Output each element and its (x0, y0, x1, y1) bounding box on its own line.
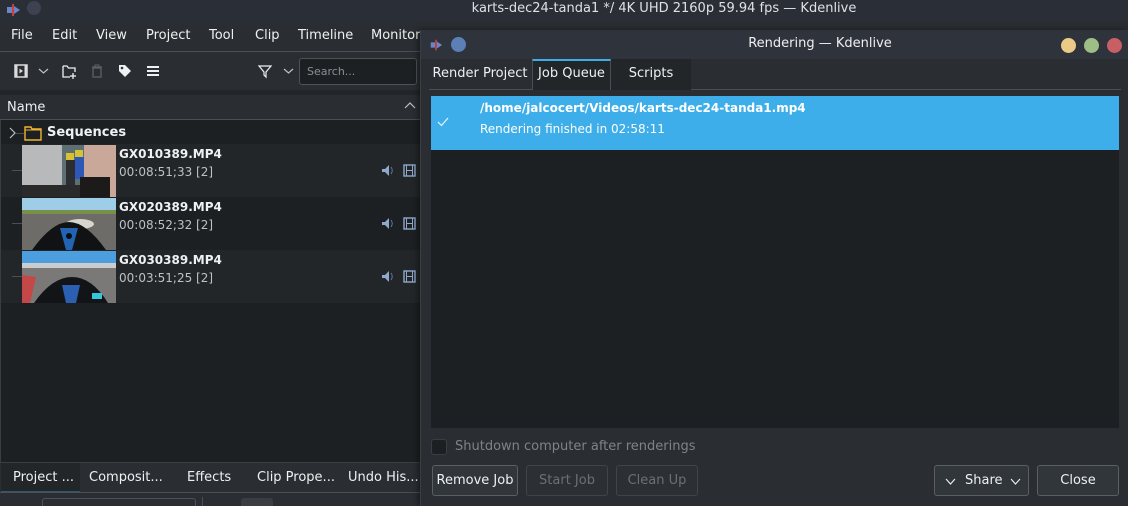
folder-row-sequences[interactable]: Sequences (1, 122, 421, 144)
audio-icon[interactable] (381, 164, 394, 177)
lower-panel-field[interactable] (42, 498, 196, 506)
lower-panel-edge (0, 492, 420, 506)
remove-job-button[interactable]: Remove Job (432, 465, 518, 496)
start-job-button[interactable]: Start Job (526, 465, 608, 496)
clip-row[interactable]: GX020389.MP4 00:08:52;32 [2] (1, 197, 421, 250)
tab-effects[interactable]: Effects (187, 463, 231, 493)
job-output-path: /home/jalcocert/Videos/karts-dec24-tanda… (480, 101, 806, 115)
chevron-down-icon[interactable] (37, 63, 50, 79)
menu-view[interactable]: View (96, 28, 127, 43)
tab-undo-history[interactable]: Undo His... (348, 463, 419, 493)
main-window-titlebar: karts-dec24-tanda1 */ 4K UHD 2160p 59.94… (0, 0, 1128, 21)
clip-duration: 00:08:51;33 [2] (119, 165, 214, 179)
clip-name: GX020389.MP4 (119, 200, 222, 214)
clip-thumbnail (22, 145, 116, 197)
share-label: Share (965, 473, 1003, 488)
column-name-label: Name (7, 100, 46, 115)
clip-name: GX030389.MP4 (119, 253, 222, 267)
share-menu-chevron-icon (1010, 478, 1021, 485)
clip-duration: 00:03:51;25 [2] (119, 271, 214, 285)
sort-ascending-icon[interactable] (404, 101, 416, 111)
menu-edit[interactable]: Edit (52, 28, 77, 43)
clip-row[interactable]: GX010389.MP4 00:08:51;33 [2] (1, 144, 421, 197)
desktop: karts-dec24-tanda1 */ 4K UHD 2160p 59.94… (0, 0, 1128, 506)
project-bin-list: Sequences GX010389.MP4 00:08:51;33 [2] G… (0, 120, 421, 465)
menu-icon[interactable] (145, 63, 161, 79)
tab-render-project[interactable]: Render Project (429, 59, 531, 90)
folder-icon (24, 126, 42, 141)
tab-scripts[interactable]: Scripts (611, 59, 691, 90)
audio-icon[interactable] (381, 217, 394, 230)
add-folder-icon[interactable] (61, 63, 77, 79)
menu-monitor[interactable]: Monitor (371, 28, 420, 43)
tab-project-bin[interactable]: Project ... (1, 463, 80, 493)
filter-icon[interactable] (257, 63, 273, 79)
tab-compositions[interactable]: Composit... (89, 463, 163, 493)
clip-thumbnail (22, 251, 116, 303)
lower-panel-button[interactable] (241, 498, 273, 506)
job-queue-list: /home/jalcocert/Videos/karts-dec24-tanda… (431, 96, 1119, 428)
delete-icon[interactable] (89, 63, 105, 79)
main-window-title: karts-dec24-tanda1 */ 4K UHD 2160p 59.94… (471, 1, 857, 16)
close-window-button[interactable] (1107, 38, 1122, 53)
clip-duration: 00:08:52;32 [2] (119, 218, 214, 232)
add-clip-icon[interactable] (13, 63, 29, 79)
share-button[interactable]: Share (934, 465, 1029, 496)
maximize-button[interactable] (1084, 38, 1099, 53)
dock-tabs: Project ... Composit... Effects Clip Pro… (0, 462, 420, 493)
menu-tool[interactable]: Tool (209, 28, 234, 43)
minimize-button[interactable] (1061, 38, 1076, 53)
clip-thumbnail (22, 198, 116, 250)
tab-clip-properties[interactable]: Clip Prope... (257, 463, 335, 493)
folder-label: Sequences (47, 125, 127, 140)
dialog-titlebar: Rendering — Kdenlive (421, 30, 1128, 59)
tag-icon[interactable] (117, 63, 133, 79)
shutdown-label: Shutdown computer after renderings (455, 439, 696, 454)
chevron-down-icon (945, 478, 956, 485)
checkmark-icon (437, 117, 449, 127)
bin-column-header[interactable]: Name (0, 95, 420, 120)
menu-file[interactable]: File (11, 28, 33, 43)
tab-job-queue[interactable]: Job Queue (532, 59, 611, 90)
menu-timeline[interactable]: Timeline (298, 28, 353, 43)
tree-line (12, 223, 22, 224)
menu-project[interactable]: Project (146, 28, 190, 43)
tree-line (12, 276, 22, 277)
menu-clip[interactable]: Clip (255, 28, 280, 43)
close-button[interactable]: Close (1037, 465, 1119, 496)
tree-line (12, 170, 22, 171)
video-icon[interactable] (403, 270, 416, 283)
video-icon[interactable] (403, 217, 416, 230)
filter-chevron-down-icon[interactable] (282, 63, 295, 79)
clean-up-button[interactable]: Clean Up (616, 465, 698, 496)
clip-row[interactable]: GX030389.MP4 00:03:51;25 [2] (1, 250, 421, 303)
dialog-title: Rendering — Kdenlive (748, 36, 892, 51)
video-icon[interactable] (403, 164, 416, 177)
bin-search-input[interactable]: Search... (299, 58, 417, 85)
separator (202, 497, 203, 506)
dialog-tabs: Render Project Job Queue Scripts (429, 59, 1121, 90)
job-item[interactable]: /home/jalcocert/Videos/karts-dec24-tanda… (431, 96, 1119, 150)
shutdown-checkbox[interactable] (431, 439, 447, 455)
job-status: Rendering finished in 02:58:11 (480, 122, 665, 136)
clip-name: GX010389.MP4 (119, 147, 222, 161)
audio-icon[interactable] (381, 270, 394, 283)
tree-line (16, 133, 24, 134)
rendering-dialog: Rendering — Kdenlive Render Project Job … (420, 30, 1128, 506)
